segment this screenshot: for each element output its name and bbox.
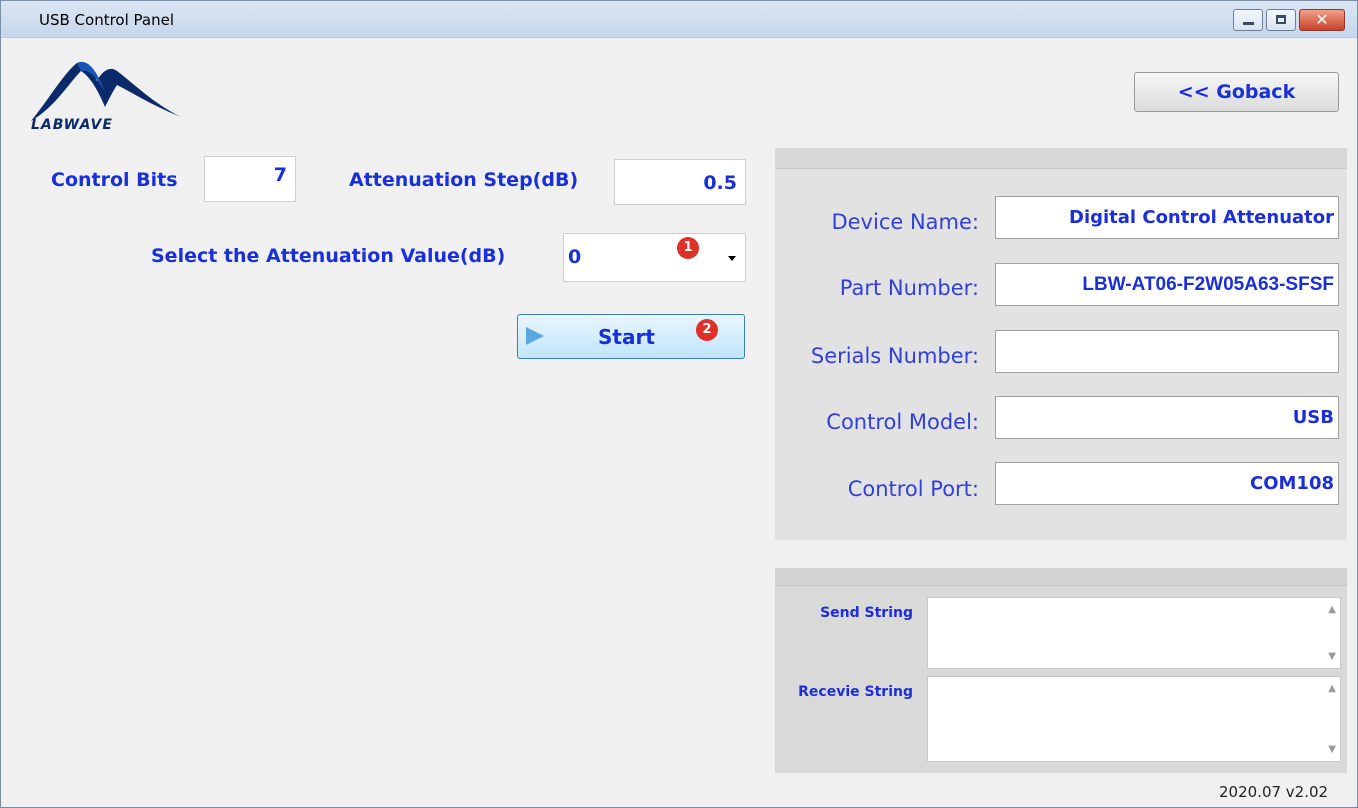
part-number-label: Part Number: — [839, 276, 979, 300]
device-info-panel: Device Name: Digital Control Attenuator … — [775, 148, 1347, 540]
step-badge-1: 1 — [677, 237, 699, 259]
part-number-field[interactable]: LBW-AT06-F2W05A63-SFSF — [995, 263, 1339, 306]
send-string-label: Send String — [820, 605, 913, 621]
scroll-down-icon[interactable]: ▼ — [1328, 651, 1336, 662]
attenuation-value-select[interactable]: 0 — [563, 233, 746, 282]
goback-button[interactable]: << Goback — [1134, 72, 1339, 112]
attenuation-step-field[interactable]: 0.5 — [614, 159, 746, 205]
control-model-label: Control Model: — [826, 410, 979, 434]
receive-string-textarea[interactable]: ▲ ▼ — [927, 676, 1341, 762]
play-icon — [526, 327, 544, 345]
control-port-label: Control Port: — [847, 477, 979, 501]
maximize-button[interactable] — [1266, 9, 1296, 31]
start-button-label: Start — [598, 325, 655, 349]
attenuation-step-label: Attenuation Step(dB) — [349, 169, 579, 191]
maximize-icon — [1276, 15, 1286, 24]
minimize-button[interactable] — [1233, 9, 1263, 31]
close-button[interactable]: ✕ — [1299, 9, 1345, 31]
device-name-label: Device Name: — [831, 210, 979, 234]
chevron-down-icon[interactable] — [728, 256, 736, 261]
panel-header — [775, 148, 1347, 169]
step-badge-2: 2 — [696, 319, 718, 341]
panel-header — [775, 568, 1347, 586]
close-icon: ✕ — [1315, 10, 1329, 29]
serials-number-field[interactable] — [995, 330, 1339, 373]
control-bits-label: Control Bits — [51, 169, 178, 191]
scroll-up-icon[interactable]: ▲ — [1328, 683, 1336, 694]
scroll-up-icon[interactable]: ▲ — [1328, 604, 1336, 615]
device-name-field[interactable]: Digital Control Attenuator — [995, 196, 1339, 239]
minimize-icon — [1243, 22, 1254, 25]
receive-string-label: Recevie String — [798, 684, 913, 700]
attenuation-value-selected: 0 — [568, 246, 582, 268]
version-label: 2020.07 v2.02 — [1219, 783, 1329, 801]
title-bar: USB Control Panel ✕ — [1, 1, 1357, 38]
control-port-field[interactable]: COM108 — [995, 462, 1339, 505]
logo-text: LABWAVE — [31, 117, 113, 133]
communication-panel: Send String ▲ ▼ Recevie String ▲ ▼ — [775, 568, 1347, 773]
select-attenuation-label: Select the Attenuation Value(dB) — [151, 245, 506, 267]
control-bits-field[interactable]: 7 — [204, 156, 296, 202]
window-title: USB Control Panel — [39, 11, 175, 29]
app-window: USB Control Panel ✕ LABWAVE << Goback Co… — [0, 0, 1358, 808]
send-string-textarea[interactable]: ▲ ▼ — [927, 597, 1341, 669]
control-model-field[interactable]: USB — [995, 396, 1339, 439]
scroll-down-icon[interactable]: ▼ — [1328, 744, 1336, 755]
serials-number-label: Serials Number: — [810, 344, 979, 368]
